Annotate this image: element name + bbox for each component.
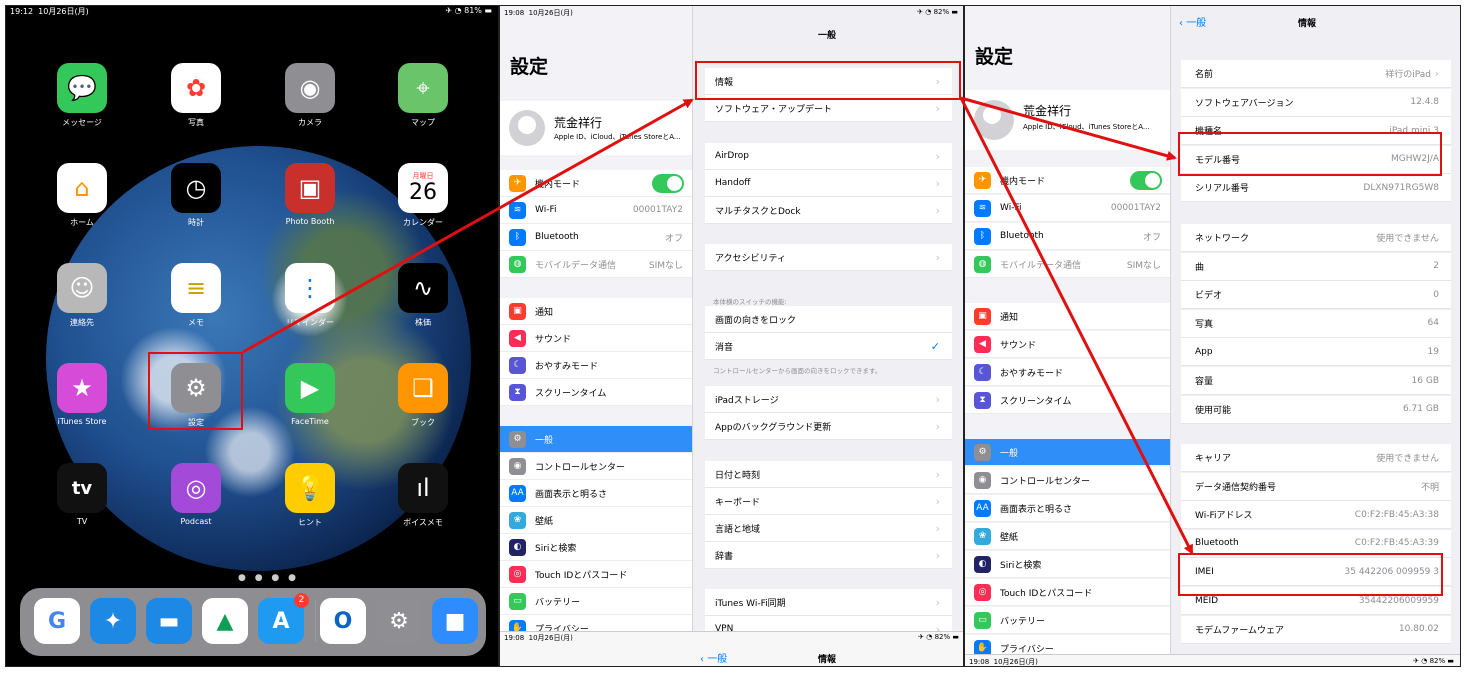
arrow-to-imei (959, 97, 1194, 555)
arrow-to-model-number (960, 96, 1177, 161)
annotation-arrows (242, 96, 1194, 555)
arrow-to-info (242, 98, 694, 354)
